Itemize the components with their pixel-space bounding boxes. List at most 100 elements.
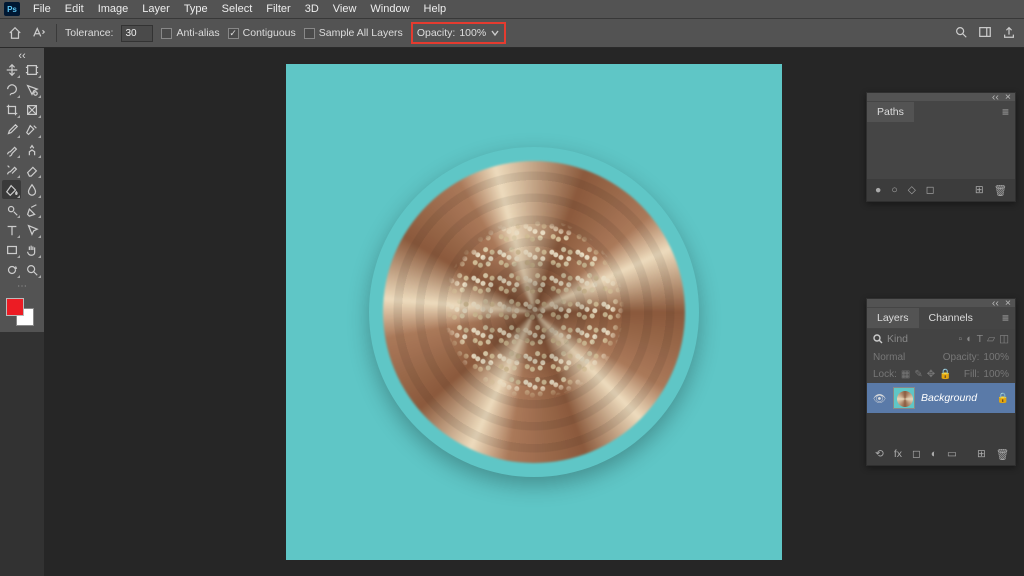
- menu-select[interactable]: Select: [215, 1, 260, 17]
- tool-quick-select[interactable]: [23, 80, 42, 99]
- share-icon[interactable]: [1002, 25, 1016, 42]
- filter-shape-icon[interactable]: ▱: [987, 333, 995, 345]
- tool-rotate-view[interactable]: [2, 260, 21, 279]
- blend-mode-dropdown[interactable]: Normal: [873, 352, 905, 363]
- sample-all-layers-checkbox[interactable]: Sample All Layers: [304, 27, 403, 39]
- app-logo: Ps: [4, 2, 20, 16]
- mask-path-icon[interactable]: ◻: [926, 184, 935, 196]
- menu-help[interactable]: Help: [417, 1, 454, 17]
- lock-position-icon[interactable]: ✥: [927, 369, 935, 380]
- layer-fx-icon[interactable]: fx: [894, 448, 902, 460]
- new-layer-icon[interactable]: ⊞: [977, 448, 986, 460]
- tool-brush[interactable]: [2, 140, 21, 159]
- filter-pixel-icon[interactable]: ▫: [959, 333, 963, 345]
- delete-path-icon[interactable]: 🗑: [994, 184, 1007, 197]
- layer-name[interactable]: Background: [921, 392, 977, 404]
- tool-clone[interactable]: [23, 140, 42, 159]
- tolerance-input[interactable]: [121, 25, 153, 42]
- lock-label: Lock:: [873, 369, 897, 380]
- fill-path-icon[interactable]: ●: [875, 184, 881, 196]
- tool-history-brush[interactable]: [2, 160, 21, 179]
- home-icon[interactable]: [8, 26, 22, 40]
- opacity-control-highlighted[interactable]: Opacity: 100%: [411, 22, 506, 44]
- stroke-path-icon[interactable]: ○: [891, 184, 897, 196]
- search-icon[interactable]: [954, 25, 968, 42]
- tool-frame[interactable]: [23, 100, 42, 119]
- menu-view[interactable]: View: [326, 1, 364, 17]
- tool-hand[interactable]: [23, 240, 42, 259]
- tool-move[interactable]: [2, 60, 21, 79]
- panel-menu-icon[interactable]: ≡: [996, 307, 1015, 329]
- tab-channels[interactable]: Channels: [919, 308, 983, 328]
- layer-list: 👁 Background 🔒: [867, 383, 1015, 443]
- tool-eyedropper[interactable]: [2, 120, 21, 139]
- menu-filter[interactable]: Filter: [259, 1, 297, 17]
- menu-bar: Ps File Edit Image Layer Type Select Fil…: [0, 0, 1024, 18]
- tool-artboard[interactable]: [23, 60, 42, 79]
- layer-row[interactable]: 👁 Background 🔒: [867, 383, 1015, 413]
- menu-type[interactable]: Type: [177, 1, 215, 17]
- filter-kind-label[interactable]: Kind: [887, 333, 908, 345]
- new-path-icon[interactable]: ⊞: [975, 184, 984, 196]
- lock-transparent-icon[interactable]: ▦: [901, 369, 910, 380]
- tool-rectangle[interactable]: [2, 240, 21, 259]
- panel-grip[interactable]: ‹‹: [2, 52, 42, 60]
- tool-heal[interactable]: [23, 120, 42, 139]
- paths-footer: ● ○ ◇ ◻ ⊞ 🗑: [867, 179, 1015, 201]
- path-selection-icon[interactable]: ◇: [908, 184, 916, 196]
- menu-3d[interactable]: 3D: [298, 1, 326, 17]
- tool-path-select[interactable]: [23, 220, 42, 239]
- tolerance-label: Tolerance:: [65, 27, 113, 39]
- menu-edit[interactable]: Edit: [58, 1, 91, 17]
- canvas[interactable]: [286, 64, 782, 560]
- foreground-color-swatch[interactable]: [6, 298, 24, 316]
- paths-panel: ‹‹× Paths ≡ ● ○ ◇ ◻ ⊞ 🗑: [866, 92, 1016, 202]
- workspace-switcher-icon[interactable]: [978, 25, 992, 42]
- edit-toolbar-button[interactable]: ⋯: [2, 281, 42, 292]
- tool-type[interactable]: [2, 220, 21, 239]
- delete-layer-icon[interactable]: 🗑: [996, 448, 1009, 461]
- separator: [56, 24, 57, 42]
- tool-eraser[interactable]: [23, 160, 42, 179]
- lock-icon: 🔒: [997, 393, 1009, 404]
- menu-layer[interactable]: Layer: [135, 1, 177, 17]
- adjustment-layer-icon[interactable]: ◐: [931, 448, 937, 460]
- tab-layers[interactable]: Layers: [867, 308, 919, 328]
- layer-filter-row: Kind ▫ ◐ T ▱ ◫: [867, 329, 1015, 349]
- tool-blur[interactable]: [23, 180, 42, 199]
- link-layers-icon[interactable]: ⟲: [875, 448, 884, 460]
- menu-window[interactable]: Window: [363, 1, 416, 17]
- tools-panel: ‹‹ ⋯: [0, 48, 44, 332]
- tab-paths[interactable]: Paths: [867, 102, 914, 122]
- panel-menu-icon[interactable]: ≡: [996, 101, 1015, 123]
- lock-all-icon[interactable]: 🔒: [939, 369, 951, 380]
- tool-paint-bucket[interactable]: [2, 180, 21, 199]
- layer-opacity-value[interactable]: 100%: [983, 352, 1009, 363]
- layer-mask-icon[interactable]: ◻: [912, 448, 921, 460]
- fill-label: Fill:: [964, 369, 980, 380]
- layer-thumbnail[interactable]: [893, 387, 915, 409]
- tool-pen[interactable]: [23, 200, 42, 219]
- menu-file[interactable]: File: [26, 1, 58, 17]
- fill-value[interactable]: 100%: [983, 369, 1009, 380]
- tool-preset-button[interactable]: [30, 25, 48, 42]
- tool-dodge[interactable]: [2, 200, 21, 219]
- tool-lasso[interactable]: [2, 80, 21, 99]
- color-swatches[interactable]: [2, 298, 42, 328]
- antialias-checkbox[interactable]: Anti-alias: [161, 27, 219, 39]
- lock-brush-icon[interactable]: ✎: [914, 369, 922, 380]
- contiguous-checkbox[interactable]: Contiguous: [228, 27, 296, 39]
- filter-smart-icon[interactable]: ◫: [999, 333, 1009, 345]
- layers-footer: ⟲ fx ◻ ◐ ▭ ⊞ 🗑: [867, 443, 1015, 465]
- chevron-down-icon: [490, 28, 500, 38]
- menu-image[interactable]: Image: [91, 1, 136, 17]
- visibility-icon[interactable]: 👁: [873, 392, 887, 405]
- paths-list: [867, 123, 1015, 179]
- tool-crop[interactable]: [2, 100, 21, 119]
- search-icon[interactable]: [873, 334, 883, 344]
- filter-adjust-icon[interactable]: ◐: [966, 333, 972, 345]
- filter-type-icon[interactable]: T: [977, 333, 983, 345]
- group-icon[interactable]: ▭: [947, 448, 957, 460]
- layers-panel: ‹‹× Layers Channels ≡ Kind ▫ ◐ T ▱ ◫ Nor…: [866, 298, 1016, 466]
- tool-zoom[interactable]: [23, 260, 42, 279]
